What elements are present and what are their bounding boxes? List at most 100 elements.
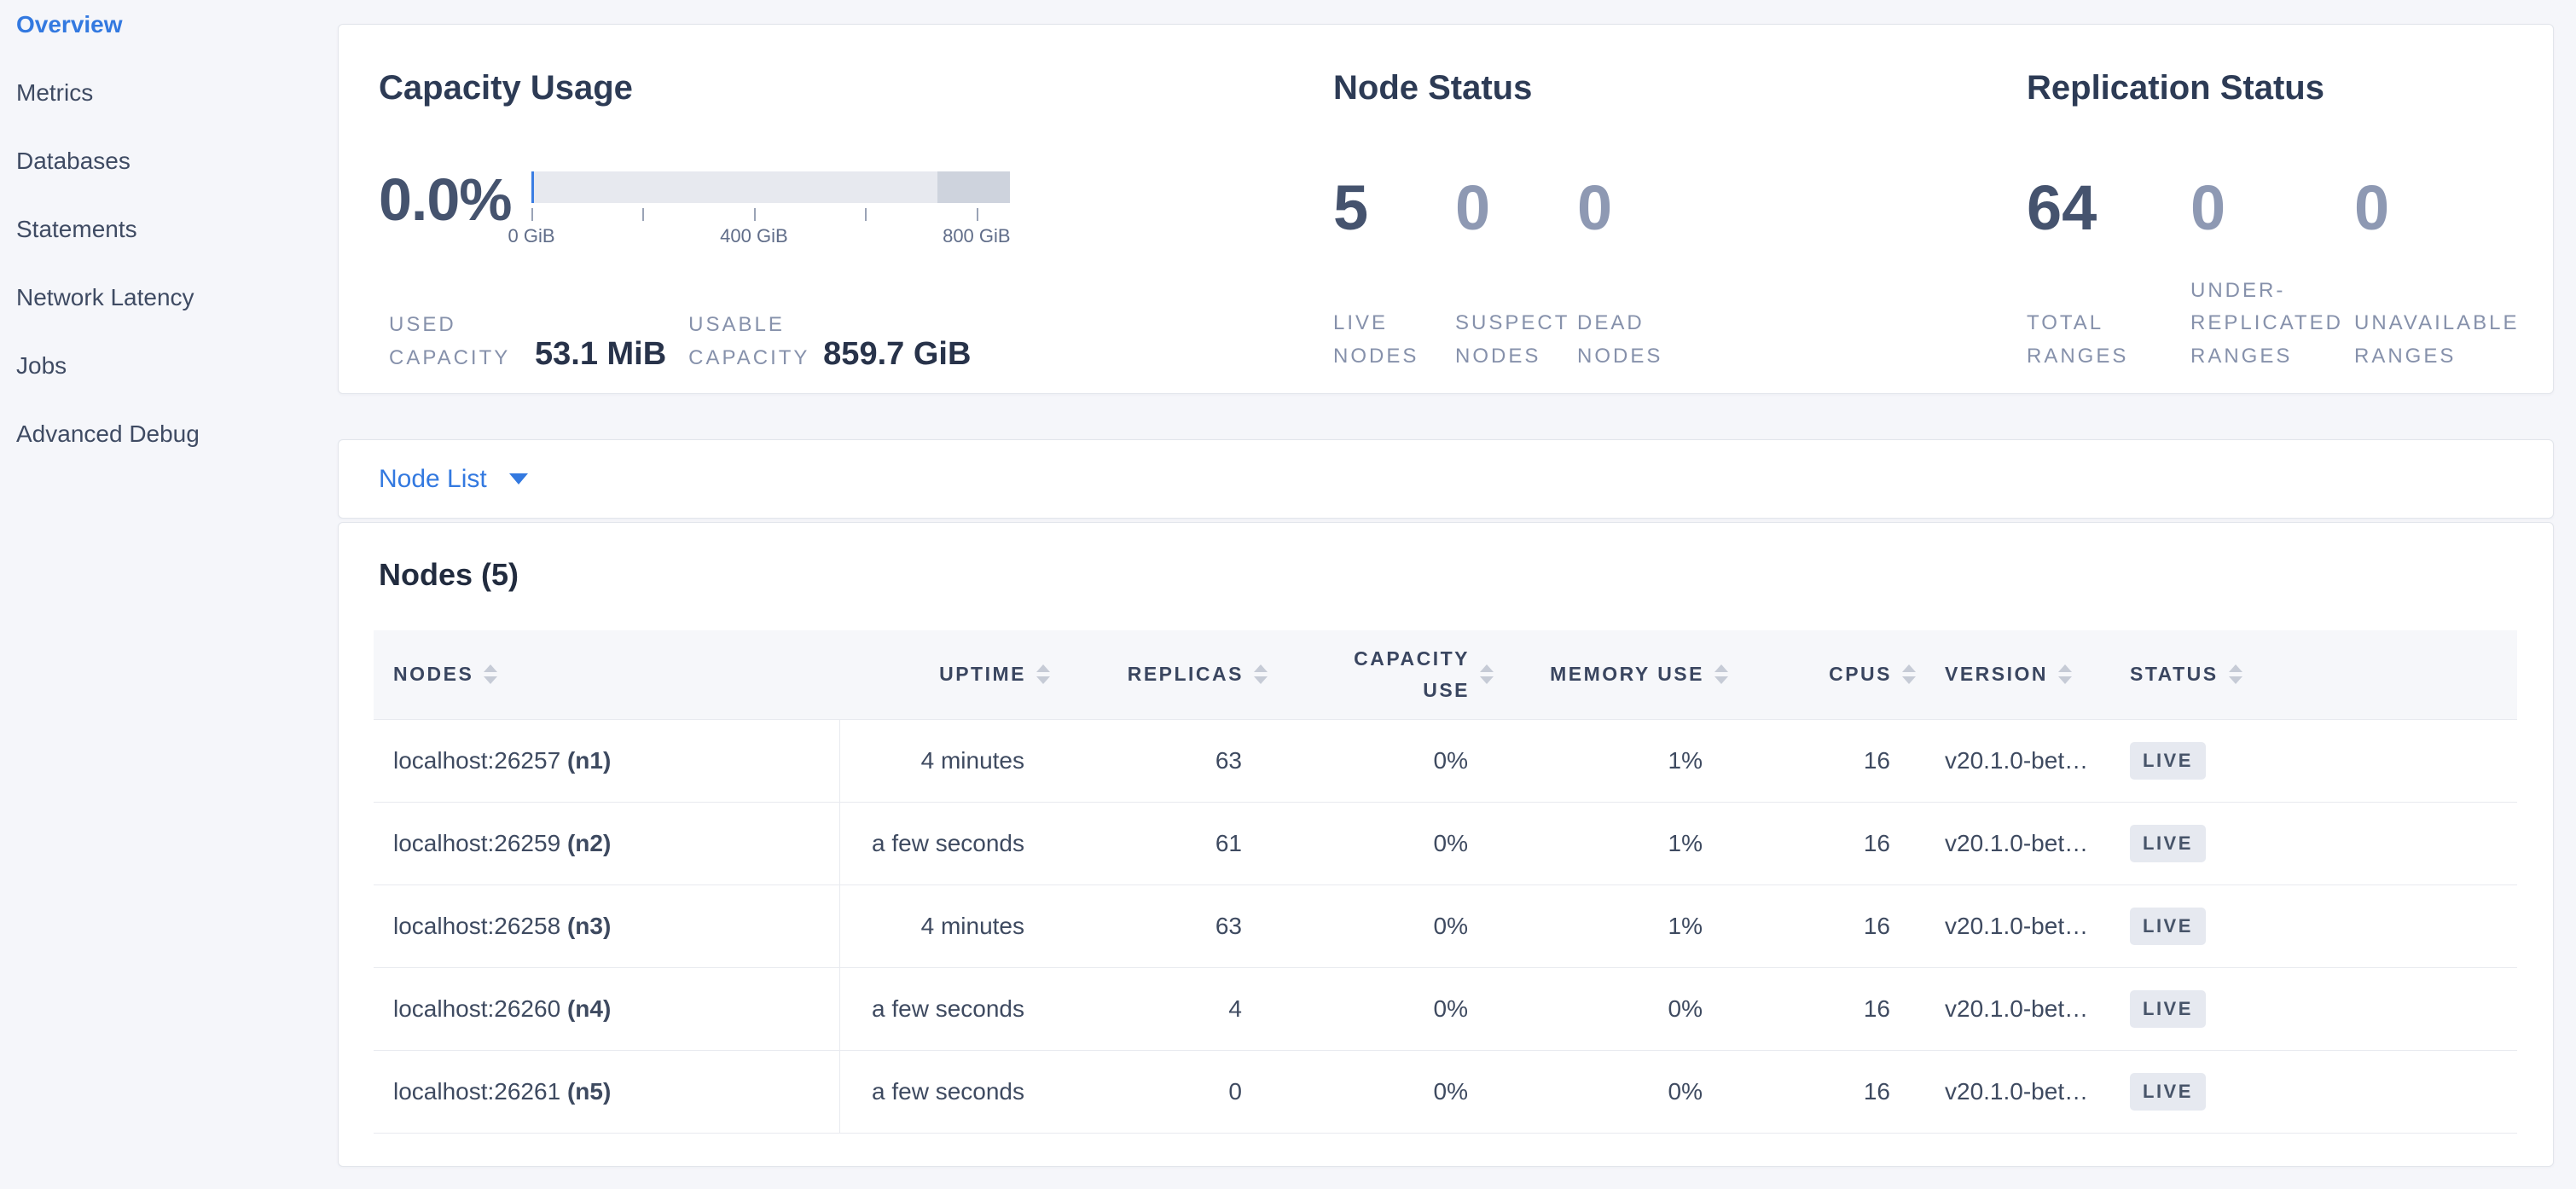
- node-id: (n4): [567, 995, 611, 1022]
- status-badge: LIVE: [2130, 908, 2206, 945]
- used-capacity-value: 53.1 MiB: [535, 336, 666, 373]
- status-cell: LIVE: [2108, 884, 2517, 967]
- capacity-gauge-reserved-segment: [937, 171, 1010, 203]
- column-header-version[interactable]: VERSION: [1924, 630, 2108, 719]
- node-list-dropdown[interactable]: Node List: [379, 465, 528, 494]
- column-header-label: CAPACITY USE: [1332, 643, 1470, 706]
- uptime-cell: 4 minutes: [839, 884, 1059, 967]
- status-badge: LIVE: [2130, 742, 2206, 780]
- sort-arrows-icon: [1714, 664, 1728, 684]
- column-header-label: MEMORY USE: [1550, 663, 1704, 686]
- used-capacity-label: USED CAPACITY: [389, 309, 519, 374]
- sort-arrows-icon: [1254, 664, 1268, 684]
- gauge-tick: [642, 208, 644, 221]
- sidebar-item-overview[interactable]: Overview: [0, 0, 338, 59]
- unavailable-ranges-count: 0: [2354, 177, 2559, 240]
- under-replicated-ranges-label: UNDER-REPLICATED RANGES: [2190, 275, 2351, 373]
- sort-arrows-icon: [1902, 664, 1916, 684]
- cluster-summary-card: Capacity Usage 0.0%: [338, 24, 2554, 394]
- memory-use-cell: 1%: [1502, 802, 1737, 884]
- replicas-cell: 63: [1059, 884, 1276, 967]
- cpus-cell: 16: [1737, 967, 1924, 1050]
- sidebar-item-statements[interactable]: Statements: [0, 195, 338, 264]
- node-row-5[interactable]: localhost:26261 (n5) a few seconds 0 0% …: [374, 1050, 2517, 1133]
- sort-arrows-icon: [1036, 664, 1050, 684]
- column-header-memory-use[interactable]: MEMORY USE: [1502, 630, 1737, 719]
- column-header-replicas[interactable]: REPLICAS: [1059, 630, 1276, 719]
- node-id: (n1): [567, 747, 611, 774]
- dead-nodes-count: 0: [1577, 177, 1722, 240]
- status-badge: LIVE: [2130, 990, 2206, 1028]
- column-header-status[interactable]: STATUS: [2108, 630, 2517, 719]
- status-cell: LIVE: [2108, 967, 2517, 1050]
- status-cell: LIVE: [2108, 719, 2517, 802]
- nodes-table-card: Nodes (5) NODES UPTIME: [338, 522, 2554, 1167]
- live-nodes-count: 5: [1333, 177, 1455, 240]
- version-cell: v20.1.0-bet…: [1924, 967, 2108, 1050]
- gauge-tick: [865, 208, 867, 221]
- capacity-gauge-bar: [531, 171, 1010, 203]
- cpus-cell: 16: [1737, 884, 1924, 967]
- version-cell: v20.1.0-bet…: [1924, 719, 2108, 802]
- node-list-dropdown-label: Node List: [379, 465, 487, 494]
- node-status-title: Node Status: [1333, 69, 1532, 107]
- replicas-cell: 0: [1059, 1050, 1276, 1133]
- memory-use-cell: 1%: [1502, 884, 1737, 967]
- gauge-tick: [977, 208, 978, 221]
- gauge-tick-label: 0 GiB: [508, 225, 554, 247]
- column-header-label: NODES: [393, 663, 473, 686]
- capacity-use-cell: 0%: [1276, 967, 1502, 1050]
- sidebar-item-jobs[interactable]: Jobs: [0, 332, 338, 400]
- sidebar-item-network-latency[interactable]: Network Latency: [0, 264, 338, 332]
- column-header-label: UPTIME: [939, 663, 1026, 686]
- node-row-3[interactable]: localhost:26258 (n3) 4 minutes 63 0% 1% …: [374, 884, 2517, 967]
- uptime-cell: a few seconds: [839, 1050, 1059, 1133]
- usable-capacity-label: USABLE CAPACITY: [688, 309, 818, 374]
- column-header-nodes[interactable]: NODES: [374, 630, 839, 719]
- version-cell: v20.1.0-bet…: [1924, 802, 2108, 884]
- unavailable-ranges-label: UNAVAILABLE RANGES: [2354, 307, 2515, 373]
- nodes-table-header-row: NODES UPTIME REPLICAS: [374, 630, 2517, 719]
- node-name-cell: localhost:26261 (n5): [374, 1050, 839, 1133]
- capacity-gauge-ticks: [531, 208, 1010, 221]
- node-id: (n5): [567, 1078, 611, 1105]
- sort-arrows-icon: [2229, 664, 2242, 684]
- column-header-label: CPUS: [1829, 663, 1892, 686]
- uptime-cell: 4 minutes: [839, 719, 1059, 802]
- live-nodes-label: LIVE NODES: [1333, 307, 1446, 373]
- sidebar-item-advanced-debug[interactable]: Advanced Debug: [0, 400, 338, 468]
- column-header-cpus[interactable]: CPUS: [1737, 630, 1924, 719]
- suspect-nodes-count: 0: [1455, 177, 1577, 240]
- sidebar-item-databases[interactable]: Databases: [0, 127, 338, 195]
- memory-use-cell: 1%: [1502, 719, 1737, 802]
- node-id: (n2): [567, 830, 611, 856]
- sort-arrows-icon: [484, 664, 497, 684]
- live-nodes-stat: 5 LIVE NODES: [1333, 177, 1455, 373]
- column-header-uptime[interactable]: UPTIME: [839, 630, 1059, 719]
- gauge-tick: [531, 208, 533, 221]
- cluster-overview-page: Overview Metrics Databases Statements Ne…: [0, 0, 2576, 1189]
- memory-use-cell: 0%: [1502, 1050, 1737, 1133]
- capacity-use-cell: 0%: [1276, 719, 1502, 802]
- status-cell: LIVE: [2108, 802, 2517, 884]
- sidebar-item-metrics[interactable]: Metrics: [0, 59, 338, 127]
- capacity-use-cell: 0%: [1276, 802, 1502, 884]
- node-row-2[interactable]: localhost:26259 (n2) a few seconds 61 0%…: [374, 802, 2517, 884]
- node-name-cell: localhost:26258 (n3): [374, 884, 839, 967]
- suspect-nodes-stat: 0 SUSPECT NODES: [1455, 177, 1577, 373]
- node-row-4[interactable]: localhost:26260 (n4) a few seconds 4 0% …: [374, 967, 2517, 1050]
- suspect-nodes-label: SUSPECT NODES: [1455, 307, 1568, 373]
- dead-nodes-label: DEAD NODES: [1577, 307, 1690, 373]
- replicas-cell: 61: [1059, 802, 1276, 884]
- caret-down-icon: [509, 473, 528, 484]
- node-row-1[interactable]: localhost:26257 (n1) 4 minutes 63 0% 1% …: [374, 719, 2517, 802]
- uptime-cell: a few seconds: [839, 802, 1059, 884]
- cpus-cell: 16: [1737, 1050, 1924, 1133]
- cpus-cell: 16: [1737, 802, 1924, 884]
- column-header-capacity-use[interactable]: CAPACITY USE: [1276, 630, 1502, 719]
- capacity-use-cell: 0%: [1276, 1050, 1502, 1133]
- unavailable-ranges-stat: 0 UNAVAILABLE RANGES: [2354, 177, 2559, 373]
- column-header-label: REPLICAS: [1128, 663, 1244, 686]
- capacity-usage-title: Capacity Usage: [379, 69, 633, 107]
- dead-nodes-stat: 0 DEAD NODES: [1577, 177, 1722, 373]
